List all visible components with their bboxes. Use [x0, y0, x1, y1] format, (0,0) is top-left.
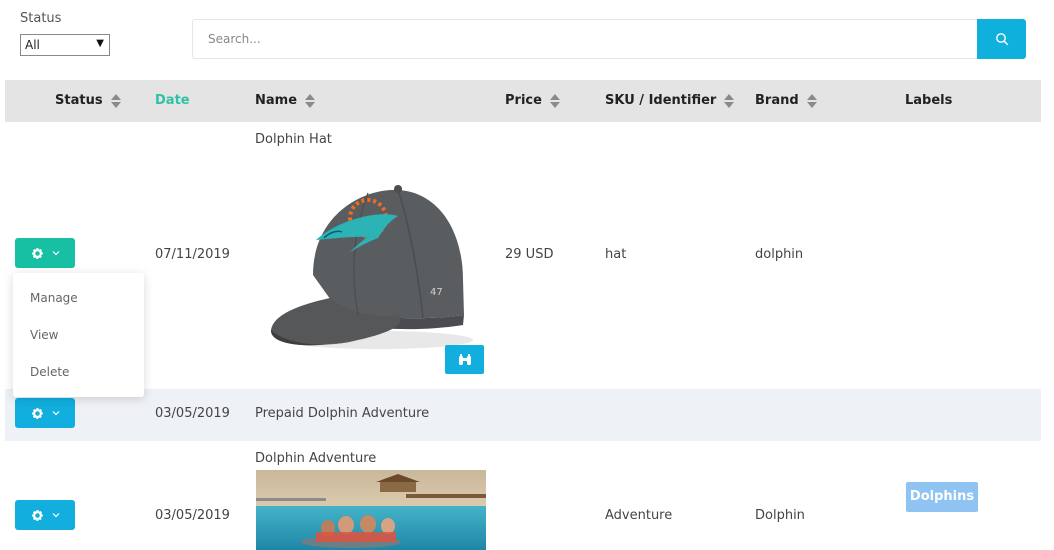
- column-header-sku-label: SKU / Identifier: [605, 93, 717, 108]
- row-actions-button[interactable]: [15, 238, 75, 268]
- column-header-price-label: Price: [505, 93, 542, 108]
- search-input[interactable]: Search...: [192, 19, 978, 59]
- sort-icon: [724, 93, 735, 109]
- row-actions-button[interactable]: [15, 398, 75, 428]
- status-select-value: All: [25, 38, 40, 52]
- status-select[interactable]: All ▼: [20, 34, 110, 56]
- table-row: Dolphin Adventure 03/05/2019 Adventure D…: [5, 441, 1041, 550]
- table-header: Status Date Name Price SKU / Identifier …: [5, 80, 1041, 122]
- chevron-down-icon: [52, 251, 59, 256]
- product-image-dolphin-adventure[interactable]: [256, 470, 486, 550]
- search-icon: [995, 33, 1008, 46]
- row-date: 07/11/2019: [155, 247, 230, 262]
- row-actions-menu: Manage View Delete: [13, 273, 144, 397]
- sort-icon: [549, 93, 560, 109]
- column-header-date[interactable]: Date: [155, 80, 190, 122]
- product-name[interactable]: Dolphin Hat: [255, 132, 332, 147]
- column-header-name-label: Name: [255, 93, 298, 108]
- chevron-down-icon: [52, 411, 59, 416]
- product-name[interactable]: Dolphin Adventure: [255, 451, 376, 466]
- caret-down-icon: ▼: [96, 38, 104, 49]
- row-date: 03/05/2019: [155, 508, 230, 523]
- gear-icon: [31, 247, 43, 259]
- column-header-price[interactable]: Price: [505, 80, 560, 122]
- table-row: 03/05/2019 Prepaid Dolphin Adventure: [5, 389, 1041, 441]
- row-sku: Adventure: [605, 508, 673, 523]
- menu-item-manage[interactable]: Manage: [30, 291, 78, 305]
- product-image-dolphin-hat[interactable]: 47: [268, 180, 483, 355]
- binoculars-icon: [458, 353, 471, 365]
- column-header-brand-label: Brand: [755, 93, 799, 108]
- search-button[interactable]: [977, 19, 1026, 59]
- row-date: 03/05/2019: [155, 406, 230, 421]
- table-row: Dolphin Hat 07/11/2019 29 USD hat dolphi…: [5, 122, 1041, 389]
- gear-icon: [31, 509, 43, 521]
- column-header-status-label: Status: [55, 93, 103, 108]
- row-sku: hat: [605, 247, 627, 262]
- row-brand: dolphin: [755, 247, 804, 262]
- label-badge: Dolphins: [906, 482, 978, 512]
- menu-item-view[interactable]: View: [30, 328, 58, 342]
- filter-bar: Status All ▼ Search...: [0, 0, 1054, 70]
- menu-item-delete[interactable]: Delete: [30, 365, 69, 379]
- chevron-down-icon: [52, 513, 59, 518]
- column-header-date-label: Date: [155, 93, 190, 108]
- sort-icon: [305, 93, 316, 109]
- row-actions-button[interactable]: [15, 500, 75, 530]
- gear-icon: [31, 407, 43, 419]
- column-header-sku[interactable]: SKU / Identifier: [605, 80, 735, 122]
- column-header-name[interactable]: Name: [255, 80, 316, 122]
- column-header-brand[interactable]: Brand: [755, 80, 817, 122]
- column-header-labels: Labels: [905, 80, 952, 122]
- sort-icon: [110, 93, 121, 109]
- row-price: 29 USD: [505, 247, 554, 262]
- image-zoom-button[interactable]: [445, 345, 484, 374]
- row-brand: Dolphin: [755, 508, 805, 523]
- column-header-status[interactable]: Status: [55, 80, 121, 122]
- product-name[interactable]: Prepaid Dolphin Adventure: [255, 406, 429, 421]
- svg-text:47: 47: [430, 287, 443, 298]
- status-filter-label: Status: [20, 11, 62, 26]
- sort-icon: [806, 93, 817, 109]
- column-header-labels-label: Labels: [905, 93, 953, 108]
